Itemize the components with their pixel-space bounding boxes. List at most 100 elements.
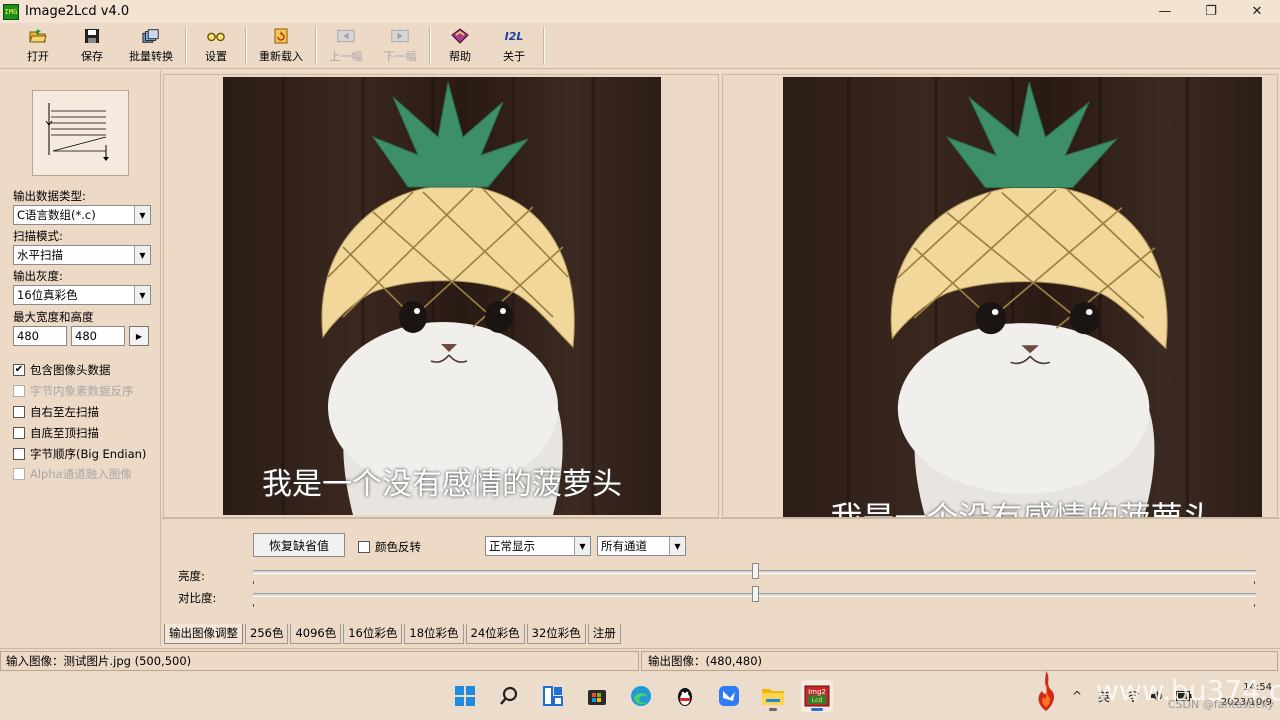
batch-convert-button[interactable]: 批量转换 xyxy=(119,24,183,68)
checkbox[interactable] xyxy=(13,448,25,460)
option-label: 自底至顶扫描 xyxy=(30,426,99,440)
folder-icon xyxy=(762,689,784,705)
option-reverse-pixels[interactable]: 字节内象素数据反序 xyxy=(13,383,134,399)
checkbox[interactable] xyxy=(13,406,25,418)
scan-mode-select[interactable]: 水平扫描 ▼ xyxy=(13,245,151,265)
arrow-right-icon xyxy=(391,27,409,45)
taskbar-feishu[interactable] xyxy=(713,680,745,712)
checkbox[interactable] xyxy=(13,468,25,480)
option-include-header[interactable]: ✔ 包含图像头数据 xyxy=(13,362,111,378)
input-image: 我是一个没有感情的菠萝头 xyxy=(223,77,661,515)
close-button[interactable]: ✕ xyxy=(1234,0,1280,23)
tab-output-adjust[interactable]: 输出图像调整 xyxy=(164,624,243,644)
checkbox[interactable] xyxy=(13,385,25,397)
start-button[interactable] xyxy=(449,680,481,712)
option-big-endian[interactable]: 字节顺序(Big Endian) xyxy=(13,446,146,462)
scan-direction-icon xyxy=(43,97,118,169)
option-bottom-to-top[interactable]: 自底至顶扫描 xyxy=(13,425,99,441)
taskbar-image2lcd[interactable]: Img2 Lcd xyxy=(801,680,833,712)
brightness-label: 亮度: xyxy=(178,569,205,583)
about-button[interactable]: I2L 关于 xyxy=(487,24,541,68)
output-type-select[interactable]: C语言数组(*.c) ▼ xyxy=(13,205,151,225)
checkbox[interactable] xyxy=(13,427,25,439)
invert-color-label: 颜色反转 xyxy=(375,540,421,554)
app-icon: IMG xyxy=(3,3,19,20)
scan-mode-preview xyxy=(32,90,129,176)
input-image-pane: 我是一个没有感情的菠萝头 xyxy=(163,74,719,518)
tab-24bit-color[interactable]: 24位彩色 xyxy=(465,624,525,644)
brightness-slider[interactable] xyxy=(253,563,1256,584)
dropdown-arrow-icon: ▼ xyxy=(669,537,685,555)
contrast-slider-thumb[interactable] xyxy=(752,586,759,602)
tab-32bit-color[interactable]: 32位彩色 xyxy=(526,624,586,644)
contrast-slider[interactable] xyxy=(253,586,1256,607)
option-right-to-left[interactable]: 自右至左扫描 xyxy=(13,404,99,420)
option-alpha-blend[interactable]: Alpha通道融入图像 xyxy=(13,466,132,482)
tab-register[interactable]: 注册 xyxy=(587,624,621,644)
prev-image-button[interactable]: 上一幅 xyxy=(319,24,373,68)
tab-4096-colors[interactable]: 4096色 xyxy=(290,624,342,644)
minimize-button[interactable]: — xyxy=(1142,0,1188,23)
maximize-button[interactable]: ❐ xyxy=(1188,0,1234,23)
apply-size-button[interactable]: ▶ xyxy=(129,326,149,346)
save-button[interactable]: 保存 xyxy=(65,24,119,68)
max-height-input[interactable]: 480 xyxy=(71,326,125,346)
toolbar-separator xyxy=(315,26,317,65)
invert-color-option[interactable]: 颜色反转 xyxy=(358,539,421,555)
display-mode-select[interactable]: 正常显示 ▼ xyxy=(485,536,591,556)
open-button[interactable]: 打开 xyxy=(11,24,65,68)
channel-value: 所有通道 xyxy=(601,539,647,553)
gray-value: 16位真彩色 xyxy=(17,288,78,302)
cat-photo xyxy=(281,77,595,515)
settings-button[interactable]: 设置 xyxy=(189,24,243,68)
running-indicator xyxy=(769,708,777,711)
taskbar-edge[interactable] xyxy=(625,680,657,712)
toolbar-separator xyxy=(543,26,545,65)
checkbox-checked[interactable]: ✔ xyxy=(13,364,25,376)
reload-button[interactable]: 重新载入 xyxy=(249,24,313,68)
taskbar-qq[interactable] xyxy=(669,680,701,712)
taskbar: Img2 Lcd ^ 英 14:54 2023/10/9 xyxy=(0,671,1280,720)
cat-photo xyxy=(846,77,1190,517)
help-button[interactable]: 帮助 xyxy=(433,24,487,68)
tab-256-colors[interactable]: 256色 xyxy=(245,624,289,644)
dropdown-arrow-icon: ▼ xyxy=(134,286,150,304)
tray-chevron[interactable]: ^ xyxy=(1072,672,1082,720)
folder-open-icon xyxy=(29,27,47,45)
option-label: 字节内象素数据反序 xyxy=(30,384,134,398)
taskbar-widgets[interactable] xyxy=(537,680,569,712)
next-image-button[interactable]: 下一幅 xyxy=(373,24,427,68)
restore-default-button[interactable]: 恢复缺省值 xyxy=(253,533,345,557)
gray-select[interactable]: 16位真彩色 ▼ xyxy=(13,285,151,305)
tab-18bit-color[interactable]: 18位彩色 xyxy=(404,624,464,644)
output-image: 我是一个没有感情的菠萝头 xyxy=(783,77,1262,517)
taskbar-store[interactable] xyxy=(581,680,613,712)
channel-select[interactable]: 所有通道 ▼ xyxy=(597,536,686,556)
max-size-label: 最大宽度和高度 xyxy=(13,310,94,324)
status-bar: 输入图像：测试图片.jpg (500,500) 输出图像：(480,480) xyxy=(0,648,1280,672)
open-label: 打开 xyxy=(27,50,49,63)
slider-tick xyxy=(1254,581,1255,584)
arrow-left-icon xyxy=(337,27,355,45)
taskbar-search[interactable] xyxy=(493,680,525,712)
reload-label: 重新载入 xyxy=(259,50,303,63)
option-label: 包含图像头数据 xyxy=(30,363,111,377)
tray-flame-icon[interactable] xyxy=(1032,666,1060,716)
bird-app-icon xyxy=(719,686,739,706)
output-type-label: 输出数据类型: xyxy=(13,189,86,203)
max-width-input[interactable]: 480 xyxy=(13,326,67,346)
window-title: Image2Lcd v4.0 xyxy=(25,4,130,19)
tab-16bit-color[interactable]: 16位彩色 xyxy=(343,624,403,644)
checkbox[interactable] xyxy=(358,541,370,553)
taskbar-file-explorer[interactable] xyxy=(757,680,789,712)
option-label: 字节顺序(Big Endian) xyxy=(30,447,147,461)
toolbar-separator xyxy=(245,26,247,65)
brightness-slider-thumb[interactable] xyxy=(752,563,759,579)
toolbar: 打开 保存 批量转换 设置 重新载入 上一幅 下一幅 帮助 I2L 关于 xyxy=(0,23,1280,69)
adjust-panel: 恢复缺省值 颜色反转 正常显示 ▼ 所有通道 ▼ 亮度: 对比度: xyxy=(161,518,1280,624)
title-bar: IMG Image2Lcd v4.0 — ❐ ✕ xyxy=(0,0,1280,23)
dropdown-arrow-icon: ▼ xyxy=(134,246,150,264)
widgets-icon xyxy=(543,686,563,706)
output-type-value: C语言数组(*.c) xyxy=(17,208,96,222)
help-book-icon xyxy=(451,27,469,45)
